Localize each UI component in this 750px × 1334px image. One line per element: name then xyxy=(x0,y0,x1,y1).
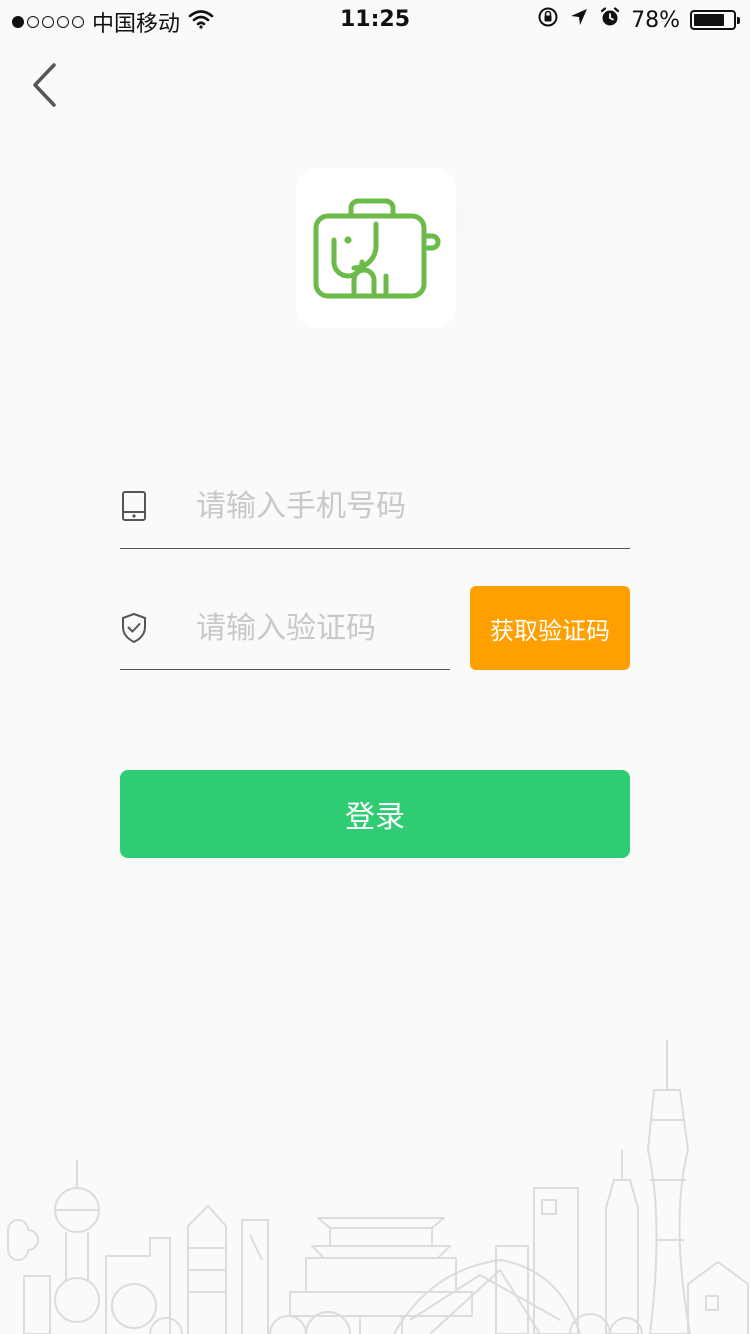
logo-tile xyxy=(296,168,456,328)
code-input[interactable] xyxy=(196,600,446,656)
phone-input[interactable] xyxy=(196,478,616,534)
battery-level xyxy=(694,14,724,26)
location-icon xyxy=(569,7,589,33)
battery-icon xyxy=(690,10,740,30)
status-right: 78% xyxy=(537,6,740,34)
back-button[interactable] xyxy=(22,58,66,112)
shield-check-icon xyxy=(120,611,148,645)
elephant-icon xyxy=(313,198,441,299)
chevron-left-icon xyxy=(33,63,56,107)
city-skyline-illustration xyxy=(7,1040,749,1334)
status-bar: 中国移动 11:25 78% xyxy=(0,0,750,40)
code-field xyxy=(120,592,450,670)
alarm-icon xyxy=(599,6,621,34)
battery-percent: 78% xyxy=(631,7,680,33)
phone-icon xyxy=(120,489,148,523)
app-logo xyxy=(296,168,536,398)
phone-field xyxy=(120,470,630,549)
login-button[interactable]: 登录 xyxy=(120,770,630,858)
get-code-button[interactable]: 获取验证码 xyxy=(470,586,630,670)
orientation-lock-icon xyxy=(537,6,559,34)
